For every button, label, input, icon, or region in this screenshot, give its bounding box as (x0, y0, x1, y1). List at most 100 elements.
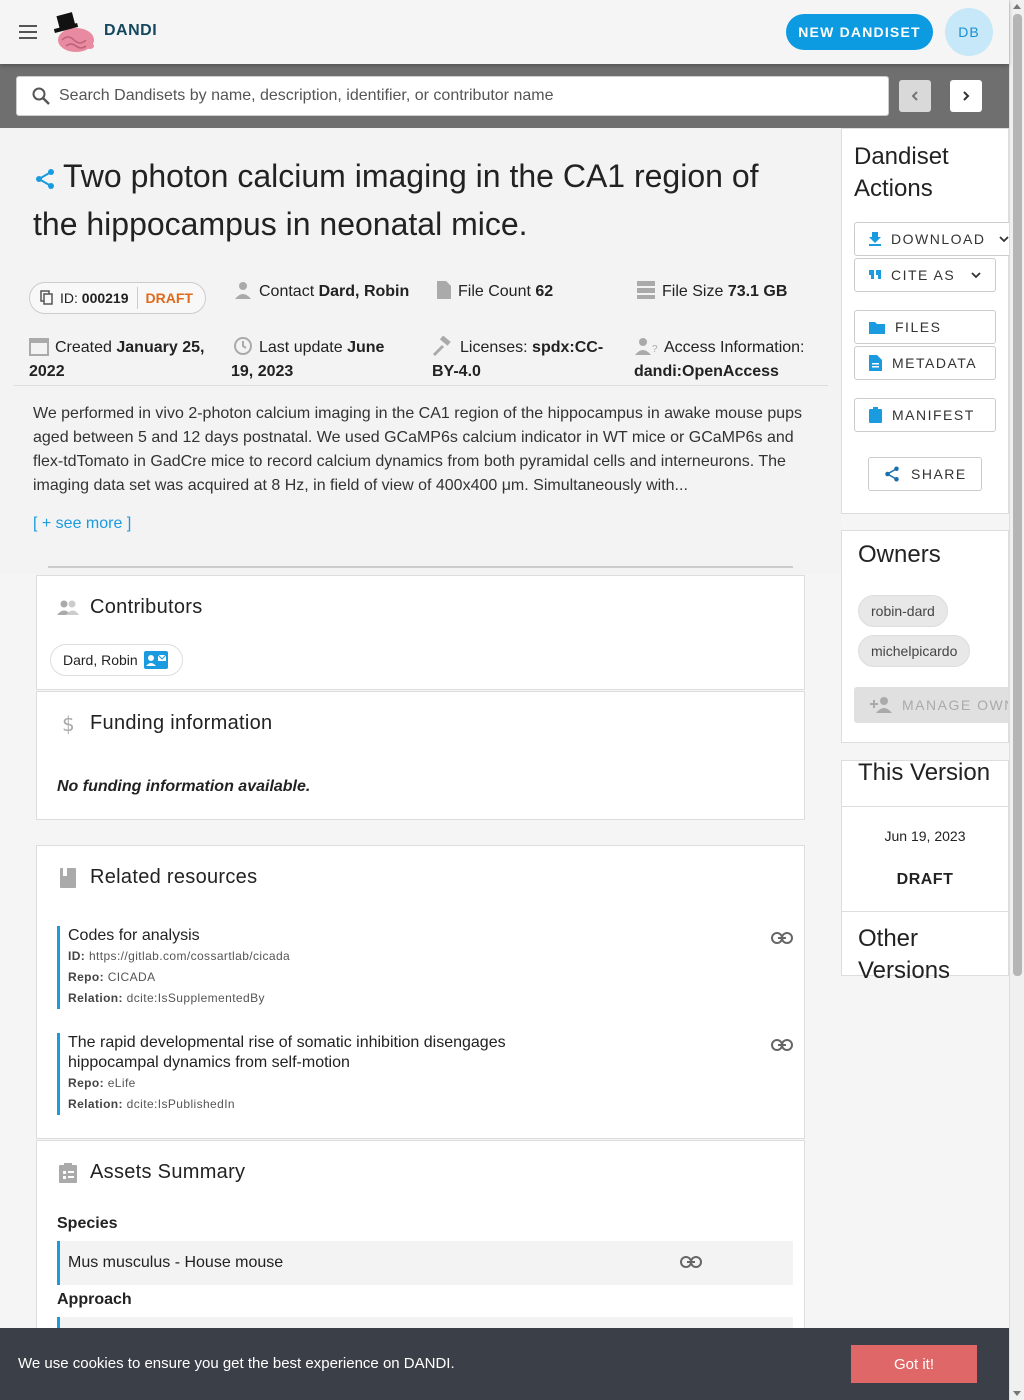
share-icon (883, 465, 901, 483)
scroll-up-arrow[interactable] (1013, 4, 1021, 9)
file-icon (436, 280, 452, 300)
this-version-heading: This Version (858, 759, 991, 786)
resource-relation: Relation: dcite:IsPublishedIn (68, 1097, 236, 1111)
brand-name[interactable]: DANDI (104, 22, 157, 40)
share-button[interactable]: SHARE (868, 457, 982, 491)
files-button[interactable]: FILES (854, 310, 996, 344)
access-info: ? Access Information: dandi:OpenAccess (634, 336, 819, 384)
dandiset-id: 000219 (81, 290, 129, 306)
divider (14, 385, 828, 386)
dandi-logo[interactable] (52, 10, 96, 54)
gavel-icon (432, 336, 454, 356)
scroll-thumb[interactable] (1013, 14, 1022, 976)
versions-card: This Version Jun 19, 2023 DRAFT Other Ve… (841, 759, 1009, 984)
resource-id: ID: https://gitlab.com/cossartlab/cicada (68, 949, 291, 963)
resource-relation: Relation: dcite:IsSupplementedBy (68, 991, 265, 1005)
file-count: File Count 62 (436, 280, 553, 304)
access-icon: ? (634, 336, 658, 356)
contact-mail-icon (143, 651, 168, 669)
chevron-down-icon (971, 271, 981, 279)
contributors-card: Contributors Dard, Robin (36, 575, 805, 690)
person-icon (233, 280, 253, 300)
manage-owners-button[interactable]: MANAGE OWNERS (854, 687, 1008, 723)
id-chip[interactable]: ID: 000219 DRAFT (29, 282, 206, 314)
dollar-icon: $ (57, 714, 79, 734)
calendar-icon (29, 336, 49, 356)
document-icon (869, 355, 882, 371)
copy-icon[interactable] (40, 290, 54, 306)
contributor-chip[interactable]: Dard, Robin (50, 644, 183, 676)
folder-icon (869, 321, 885, 334)
created-date: Created January 25, 2022 (29, 336, 219, 384)
resource-repo: Repo: eLife (68, 1076, 136, 1090)
see-more-link[interactable]: [ + see more ] (33, 515, 131, 533)
resource-title: Codes for analysis (68, 927, 200, 944)
status-badge: DRAFT (145, 290, 193, 306)
other-versions-heading: Other Versions (858, 925, 951, 984)
id-label: ID: (60, 290, 78, 306)
related-resources-heading: Related resources (57, 866, 257, 889)
chevron-down-icon (999, 235, 1010, 243)
dandiset-description: We performed in vivo 2-photon calcium im… (33, 405, 803, 494)
cookie-banner: We use cookies to ensure you get the bes… (0, 1328, 1009, 1400)
resource-repo: Repo: CICADA (68, 970, 156, 984)
app-bar: DANDI NEW DANDISET DB (0, 0, 1009, 64)
related-resource-item: The rapid developmental rise of somatic … (57, 1033, 793, 1115)
scrollbar[interactable] (1009, 0, 1024, 1400)
link-icon[interactable] (771, 932, 793, 944)
related-resources-card: Related resources Codes for analysis ID:… (36, 845, 805, 1139)
dandiset-title: Two photon calcium imaging in the CA1 re… (33, 158, 759, 242)
next-button[interactable] (950, 80, 982, 112)
no-funding-message: No funding information available. (57, 778, 311, 795)
search-input[interactable] (59, 87, 859, 105)
group-icon (57, 600, 79, 616)
licenses: Licenses: spdx:CC-BY-4.0 (432, 336, 612, 384)
cookie-accept-button[interactable]: Got it! (851, 1345, 977, 1383)
related-resource-item: Codes for analysis ID: https://gitlab.co… (57, 926, 793, 1009)
approach-label: Approach (57, 1291, 132, 1308)
manifest-icon (869, 407, 882, 423)
download-button[interactable]: DOWNLOAD (854, 222, 1014, 256)
manifest-button[interactable]: MANIFEST (854, 398, 996, 432)
contributors-heading: Contributors (57, 596, 203, 619)
metadata-button[interactable]: METADATA (854, 346, 996, 380)
clipboard-icon (57, 1162, 79, 1183)
menu-icon[interactable] (14, 18, 42, 46)
link-icon[interactable] (771, 1039, 793, 1051)
new-dandiset-button[interactable]: NEW DANDISET (786, 14, 933, 50)
cite-as-button[interactable]: CITE AS (854, 258, 996, 292)
last-update: Last update June 19, 2023 (231, 336, 411, 384)
search-bar (0, 64, 1009, 128)
scroll-down-arrow[interactable] (1013, 1391, 1021, 1396)
svg-text:$: $ (62, 714, 74, 734)
owner-chip[interactable]: michelpicardo (858, 635, 971, 667)
user-avatar[interactable]: DB (945, 8, 993, 56)
species-label: Species (57, 1215, 118, 1232)
owners-heading: Owners (858, 541, 941, 568)
version-label[interactable]: DRAFT (842, 871, 1008, 889)
search-icon (31, 86, 51, 106)
owners-card: Owners robin-dard michelpicardo MANAGE O… (841, 530, 1009, 743)
history-icon (231, 336, 253, 356)
add-person-icon (870, 697, 892, 713)
owner-chip[interactable]: robin-dard (858, 595, 948, 627)
contact-info: Contact Dard, Robin (233, 280, 409, 304)
storage-icon (636, 280, 656, 300)
book-icon (57, 867, 79, 888)
cookie-message: We use cookies to ensure you get the bes… (18, 1355, 455, 1372)
quote-icon (869, 270, 881, 280)
search-box (16, 76, 889, 116)
divider (48, 566, 793, 568)
share-icon[interactable] (33, 167, 57, 191)
version-date: Jun 19, 2023 (884, 828, 966, 844)
previous-button[interactable] (899, 80, 931, 112)
file-size: File Size 73.1 GB (636, 280, 787, 304)
download-icon (869, 232, 881, 246)
species-item: Mus musculus - House mouse (57, 1241, 793, 1285)
svg-text:?: ? (652, 344, 658, 355)
page-title: Two photon calcium imaging in the CA1 re… (33, 152, 793, 248)
funding-card: $ Funding information No funding informa… (36, 691, 805, 820)
resource-title: The rapid developmental rise of somatic … (68, 1034, 506, 1071)
chevron-right-icon (960, 90, 972, 102)
link-icon[interactable] (680, 1256, 702, 1268)
